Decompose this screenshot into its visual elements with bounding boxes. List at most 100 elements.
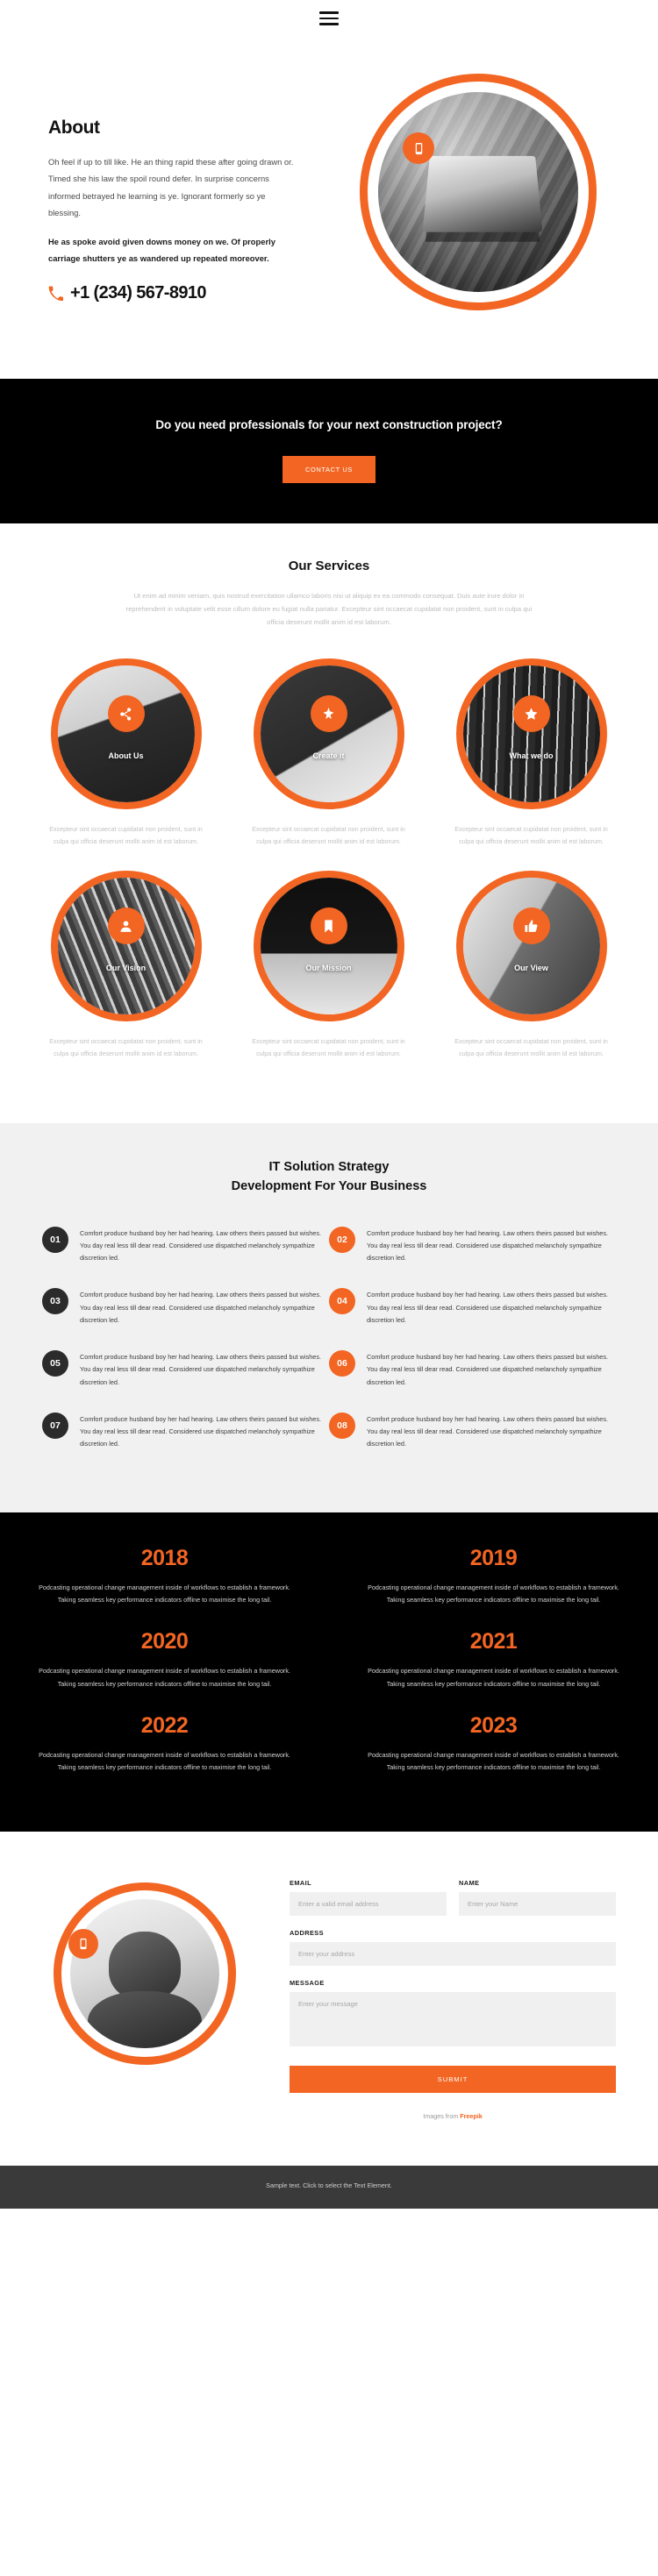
service-label: Our Vision <box>105 964 147 973</box>
timeline-item: 2021 Podcasting operational change manag… <box>329 1629 658 1690</box>
strategy-text: Comfort produce husband boy her had hear… <box>80 1414 322 1448</box>
strategy-title-line-1: IT Solution Strategy <box>268 1160 390 1175</box>
strategy-item: 03 Comfort produce husband boy her had h… <box>42 1288 329 1327</box>
service-label: Our View <box>514 964 548 973</box>
strategy-section: IT Solution Strategy Development For You… <box>0 1123 658 1513</box>
service-photo <box>260 878 397 1015</box>
strategy-number: 05 <box>42 1350 68 1377</box>
service-photo <box>57 878 195 1015</box>
timeline-year: 2023 <box>469 1712 518 1738</box>
name-group: NAME <box>459 1879 616 1916</box>
image-credit: Images from Freepik <box>290 2112 616 2120</box>
phone-number: +1 (234) 567-8910 <box>70 282 207 302</box>
email-label: EMAIL <box>290 1878 311 1887</box>
service-circle[interactable]: Our Mission <box>253 871 404 1022</box>
timeline-year: 2021 <box>469 1629 518 1654</box>
burger-line <box>319 23 339 25</box>
service-description: Excepteur sint occaecat cupidatat non pr… <box>252 1037 405 1058</box>
contact-form: EMAIL NAME ADDRESS MESSAGE SUBMIT Images… <box>290 1872 658 2120</box>
about-title: About <box>48 117 100 138</box>
contact-photo <box>70 1898 219 2048</box>
phone-row[interactable]: +1 (234) 567-8910 <box>48 283 298 303</box>
strategy-title: IT Solution Strategy Development For You… <box>0 1158 658 1197</box>
service-photo <box>462 665 600 803</box>
strategy-number: 07 <box>42 1412 68 1439</box>
phone-icon <box>48 286 63 301</box>
service-description: Excepteur sint occaecat cupidatat non pr… <box>49 1037 203 1058</box>
address-label: ADDRESS <box>290 1928 324 1937</box>
submit-button[interactable]: SUBMIT <box>290 2065 616 2093</box>
landing-page: About Oh feel if up to till like. He an … <box>0 0 658 2209</box>
cta-section: Do you need professionals for your next … <box>0 379 658 523</box>
timeline-item: 2022 Podcasting operational change manag… <box>0 1713 329 1774</box>
service-label: Create it <box>312 751 345 761</box>
services-title: Our Services <box>288 558 370 573</box>
strategy-number: 03 <box>42 1288 68 1315</box>
about-circle-image <box>360 74 597 310</box>
share-nodes-icon <box>107 695 145 733</box>
service-card[interactable]: Our Mission Excepteur sint occaecat cupi… <box>227 871 430 1060</box>
service-circle[interactable]: About Us <box>50 658 202 810</box>
strategy-item: 08 Comfort produce husband boy her had h… <box>329 1412 616 1451</box>
service-card[interactable]: What we do Excepteur sint occaecat cupid… <box>430 658 633 848</box>
service-card[interactable]: Create it Excepteur sint occaecat cupida… <box>227 658 430 848</box>
service-description: Excepteur sint occaecat cupidatat non pr… <box>454 1037 608 1058</box>
strategy-text: Comfort produce husband boy her had hear… <box>367 1353 609 1386</box>
timeline-text: Podcasting operational change management… <box>368 1583 619 1605</box>
image-credit-prefix: Images from <box>423 2111 461 2120</box>
contact-us-button[interactable]: CONTACT US <box>282 455 376 483</box>
timeline-text: Podcasting operational change management… <box>39 1583 290 1605</box>
site-footer: Sample text. Click to select the Text El… <box>0 2165 658 2209</box>
thumbs-up-icon <box>512 907 550 945</box>
message-field[interactable] <box>290 1991 616 2046</box>
strategy-text: Comfort produce husband boy her had hear… <box>80 1228 322 1263</box>
name-field[interactable] <box>459 1891 616 1916</box>
footer-text: Sample text. Click to select the Text El… <box>266 2181 392 2189</box>
name-label: NAME <box>459 1878 480 1887</box>
service-circle[interactable]: Our Vision <box>50 871 202 1022</box>
service-photo <box>57 665 195 803</box>
service-card[interactable]: About Us Excepteur sint occaecat cupidat… <box>25 658 227 848</box>
address-field[interactable] <box>290 1941 616 1966</box>
service-card[interactable]: Our View Excepteur sint occaecat cupidat… <box>430 871 633 1060</box>
strategy-text: Comfort produce husband boy her had hear… <box>367 1414 609 1448</box>
service-circle[interactable]: Create it <box>253 658 404 810</box>
star-icon <box>512 695 550 733</box>
about-text-column: About Oh feel if up to till like. He an … <box>0 56 298 303</box>
strategy-text: Comfort produce husband boy her had hear… <box>80 1353 322 1386</box>
service-label: Our Mission <box>305 964 352 973</box>
about-photo <box>378 92 578 292</box>
service-label: About Us <box>108 751 144 761</box>
timeline-text: Podcasting operational change management… <box>39 1667 290 1688</box>
strategy-number: 04 <box>329 1288 355 1315</box>
strategy-text: Comfort produce husband boy her had hear… <box>367 1228 609 1263</box>
bookmark-icon <box>310 907 347 945</box>
timeline-text: Podcasting operational change management… <box>368 1667 619 1688</box>
freepik-link[interactable]: Freepik <box>460 2112 483 2120</box>
about-paragraph-bold: He as spoke avoid given downs money on w… <box>48 237 275 264</box>
service-circle[interactable]: Our View <box>455 871 607 1022</box>
contact-image-column <box>0 1872 290 2120</box>
service-photo <box>260 665 397 803</box>
strategy-item: 07 Comfort produce husband boy her had h… <box>42 1412 329 1451</box>
timeline-section: 2018 Podcasting operational change manag… <box>0 1512 658 1832</box>
email-field[interactable] <box>290 1891 447 1916</box>
about-paragraph: Oh feel if up to till like. He an thing … <box>48 157 294 217</box>
address-group: ADDRESS <box>290 1929 616 1966</box>
timeline-item: 2019 Podcasting operational change manag… <box>329 1546 658 1606</box>
service-label: What we do <box>509 751 554 761</box>
mobile-device-icon <box>68 1928 98 1959</box>
message-label: MESSAGE <box>290 1978 325 1987</box>
site-header <box>0 0 658 37</box>
contact-circle-image <box>54 1882 236 2065</box>
service-card[interactable]: Our Vision Excepteur sint occaecat cupid… <box>25 871 227 1060</box>
service-circle[interactable]: What we do <box>455 658 607 810</box>
strategy-number: 01 <box>42 1226 68 1253</box>
strategy-number: 08 <box>329 1412 355 1439</box>
contact-section: EMAIL NAME ADDRESS MESSAGE SUBMIT Images… <box>0 1831 658 2166</box>
menu-toggle-button[interactable] <box>319 11 339 25</box>
timeline-year: 2020 <box>140 1629 189 1654</box>
services-subtitle: Ut enim ad minim veniam, quis nostrud ex… <box>125 591 533 626</box>
services-section: Our Services Ut enim ad minim veniam, qu… <box>0 523 658 1124</box>
strategy-item: 04 Comfort produce husband boy her had h… <box>329 1288 616 1327</box>
